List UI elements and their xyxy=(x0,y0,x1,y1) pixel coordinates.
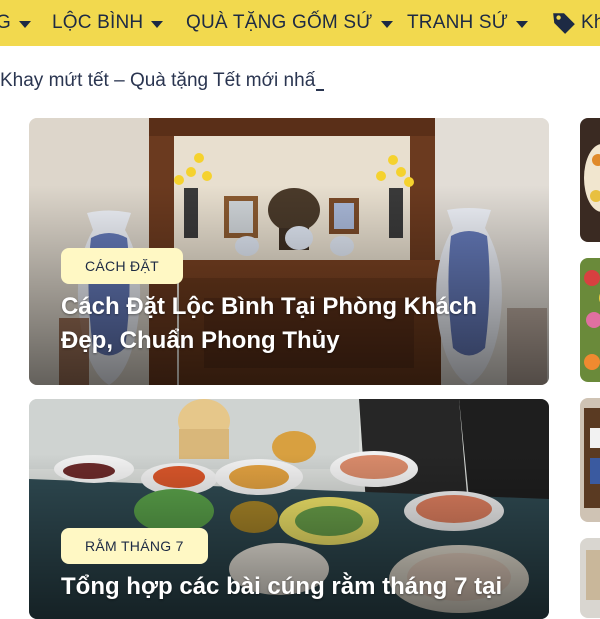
caret-down-icon xyxy=(151,20,164,28)
caret-down-icon xyxy=(516,20,529,28)
category-badge[interactable]: CÁCH ĐẶT xyxy=(61,248,183,284)
nav-item-label: Kh xyxy=(581,12,600,33)
caret-down-icon xyxy=(380,20,393,28)
top-navigation: G LỘC BÌNH QUÀ TẶNG GỐM SỨ TRANH SỨ Kh xyxy=(0,0,600,46)
thumbnail-image xyxy=(580,538,600,618)
side-post-thumbnail[interactable] xyxy=(580,398,600,522)
nav-item-qua-tang-gom-su[interactable]: QUÀ TẶNG GỐM SỨ xyxy=(186,0,393,46)
side-post-thumbnail[interactable] xyxy=(580,118,600,242)
nav-item-label: QUÀ TẶNG GỐM SỨ xyxy=(186,12,373,33)
typing-cursor xyxy=(316,89,325,91)
tag-icon xyxy=(553,13,575,34)
nav-item-label: G xyxy=(0,12,11,33)
ticker-text: Khay mứt tết – Quà tặng Tết mới nhấ xyxy=(0,70,316,91)
featured-post-card[interactable]: RẰM THÁNG 7 Tổng hợp các bài cúng rằm th… xyxy=(29,399,549,619)
nav-item-label: TRANH SỨ xyxy=(407,12,509,33)
side-post-thumbnail[interactable] xyxy=(580,258,600,382)
thumbnail-image xyxy=(580,118,600,242)
nav-item-loc-binh[interactable]: LỘC BÌNH xyxy=(52,0,164,46)
post-title[interactable]: Cách Đặt Lộc Bình Tại Phòng Khách Đẹp, C… xyxy=(61,290,525,358)
post-title[interactable]: Tổng hợp các bài cúng rằm tháng 7 tại xyxy=(61,570,525,604)
thumbnail-image xyxy=(580,258,600,382)
nav-item-khuyen-mai[interactable]: Kh xyxy=(551,0,600,46)
caret-down-icon xyxy=(18,20,31,28)
side-post-thumbnail[interactable] xyxy=(580,538,600,618)
nav-item-label: LỘC BÌNH xyxy=(52,12,144,33)
nav-item-tranh-su[interactable]: TRANH SỨ xyxy=(407,0,529,46)
thumbnail-image xyxy=(580,398,600,522)
news-ticker[interactable]: Khay mứt tết – Quà tặng Tết mới nhấ xyxy=(0,68,325,94)
category-badge[interactable]: RẰM THÁNG 7 xyxy=(61,528,208,564)
nav-item-partial[interactable]: G xyxy=(0,0,31,46)
featured-post-card[interactable]: CÁCH ĐẶT Cách Đặt Lộc Bình Tại Phòng Khá… xyxy=(29,118,549,385)
